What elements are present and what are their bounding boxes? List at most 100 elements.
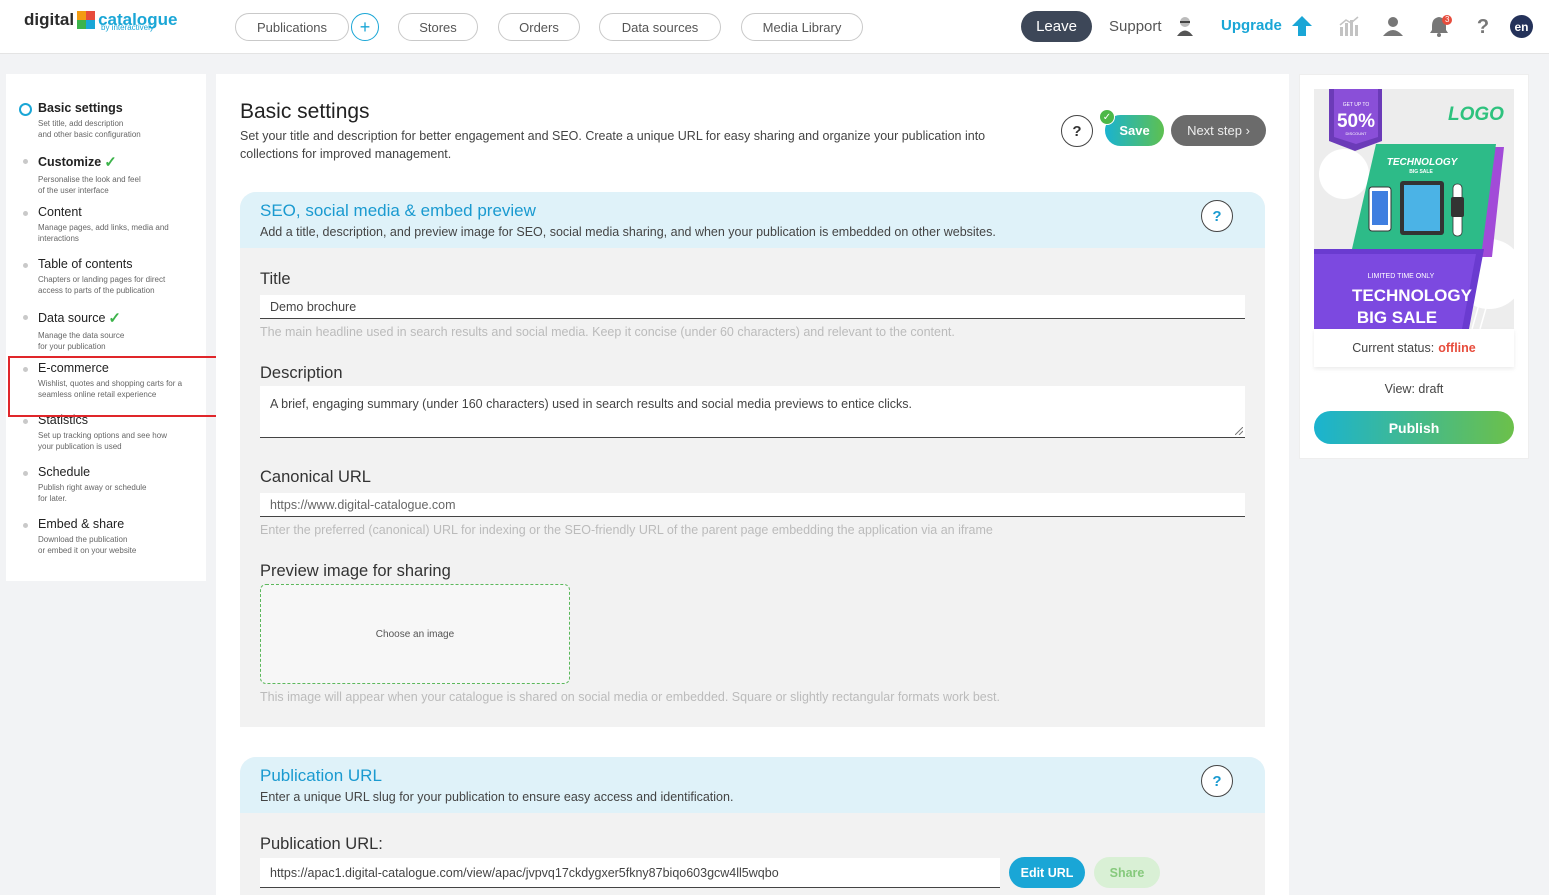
step-desc: Set up tracking options and see how your … [38,431,167,451]
step-desc: Chapters or landing pages for direct acce… [38,275,166,295]
step-dot [23,419,28,424]
upgrade-link[interactable]: Upgrade [1221,17,1282,34]
saved-check-icon: ✓ [1099,109,1115,125]
description-placeholder: A brief, engaging summary (under 160 cha… [270,397,912,411]
status-value: offline [1438,341,1476,355]
canonical-url-input[interactable]: https://www.digital-catalogue.com [260,493,1245,517]
edit-url-button[interactable]: Edit URL [1009,857,1085,888]
step-title: Data source [38,311,106,325]
thumbnail-art: GET UP TO 50% DISCOUNT LOGO TECHNOLOGY B… [1314,89,1514,329]
description-label: Description [260,364,343,382]
step-table-of-contents[interactable]: Table of contents Chapters or landing pa… [38,257,208,296]
share-button[interactable]: Share [1094,857,1160,888]
seo-help-button[interactable]: ? [1201,200,1233,232]
title-hint: The main headline used in search results… [260,325,955,339]
e-commerce-highlight-box [8,356,222,417]
status-label: Current status: [1352,341,1435,355]
top-bar: digital catalogue by interactively Publi… [0,0,1549,54]
user-icon[interactable] [1382,15,1404,37]
nav-orders[interactable]: Orders [498,13,580,41]
choose-image-text: Choose an image [375,628,455,640]
seo-section-header: SEO, social media & embed preview Add a … [240,192,1265,248]
canonical-url-label: Canonical URL [260,468,371,486]
step-title: Content [38,205,82,219]
step-content[interactable]: Content Manage pages, add links, media a… [38,205,208,244]
step-basic-settings[interactable]: Basic settings Set title, add descriptio… [38,101,208,140]
check-icon: ✓ [108,310,121,327]
big-sale-text: BIG SALE [1357,308,1437,327]
step-embed-share[interactable]: Embed & share Download the publication or… [38,517,208,556]
step-title: Embed & share [38,517,125,531]
step-dot [23,159,28,164]
title-label: Title [260,270,291,288]
section-description: Add a title, description, and preview im… [260,225,996,239]
card-sub-text: BIG SALE [1409,169,1433,175]
image-drop-zone[interactable]: Choose an image [260,584,570,684]
step-dot [23,263,28,268]
nav-media-library[interactable]: Media Library [741,13,863,41]
step-dot [23,211,28,216]
step-dot [23,523,28,528]
statistics-icon[interactable] [1338,15,1360,37]
upgrade-arrow-icon[interactable] [1291,15,1313,37]
publication-url-header: Publication URL Enter a unique URL slug … [240,757,1265,813]
step-desc: Personalise the look and feel of the user… [38,175,141,195]
preview-logo-text: LOGO [1448,104,1504,125]
page-title: Basic settings [240,100,370,123]
big-title-text: TECHNOLOGY [1352,286,1473,305]
active-step-indicator [19,103,32,116]
nav-stores[interactable]: Stores [398,13,478,41]
step-title: Basic settings [38,101,123,115]
step-schedule[interactable]: Schedule Publish right away or schedule f… [38,465,208,504]
next-step-button[interactable]: Next step › [1171,115,1266,146]
canonical-url-hint: Enter the preferred (canonical) URL for … [260,523,993,537]
step-desc: Manage the data source for your publicati… [38,331,125,351]
step-statistics[interactable]: Statistics Set up tracking options and s… [38,413,208,452]
brand-name-left: digital [24,10,75,29]
title-input[interactable]: Demo brochure [260,295,1245,319]
section-title: Publication URL [260,766,382,785]
nav-data-sources[interactable]: Data sources [599,13,721,41]
step-dot [23,315,28,320]
publication-url-input[interactable]: https://apac1.digital-catalogue.com/view… [260,858,1000,888]
steps-sidebar: Basic settings Set title, add descriptio… [6,74,206,581]
badge-percent-text: 50% [1337,111,1375,132]
seo-section: SEO, social media & embed preview Add a … [240,192,1265,727]
preview-image-hint: This image will appear when your catalog… [260,690,1000,704]
step-title: Customize [38,155,102,169]
notification-badge: 3 [1442,15,1453,25]
brand-tagline: by interactively [101,23,154,32]
step-title: Table of contents [38,257,133,271]
step-desc: Manage pages, add links, media and intera… [38,223,169,243]
section-description: Enter a unique URL slug for your publica… [260,790,734,804]
support-link[interactable]: Support [1109,18,1162,35]
status-card: Current status: offline [1314,329,1514,367]
publication-url-help-button[interactable]: ? [1201,765,1233,797]
step-desc: Download the publication or embed it on y… [38,535,137,555]
add-publication-button[interactable]: + [351,13,379,41]
step-dot [23,471,28,476]
step-desc: Publish right away or schedule for later. [38,483,147,503]
svg-text:?: ? [1477,16,1489,37]
language-switcher[interactable]: en [1510,15,1533,38]
section-title: SEO, social media & embed preview [260,201,536,220]
resize-handle-icon[interactable] [1235,427,1243,435]
page-description: Set your title and description for bette… [240,129,986,161]
view-draft-text: View: draft [1384,382,1444,396]
step-desc: Set title, add description and other basi… [38,119,141,139]
description-textarea[interactable]: A brief, engaging summary (under 160 cha… [260,386,1245,438]
logo-mark-icon [77,11,96,29]
help-icon[interactable]: ? [1474,15,1492,37]
step-customize[interactable]: Customize ✓ Personalise the look and feel… [38,153,208,196]
publish-button[interactable]: Publish [1314,411,1514,444]
leave-button[interactable]: Leave [1021,11,1092,42]
step-data-source[interactable]: Data source ✓ Manage the data source for y… [38,309,208,352]
step-title: Schedule [38,465,91,479]
limited-time-text: LIMITED TIME ONLY [1368,273,1435,280]
page-help-button[interactable]: ? [1061,115,1093,147]
check-icon: ✓ [104,154,117,171]
nav-publications[interactable]: Publications [235,13,349,41]
support-avatar-icon[interactable] [1176,16,1194,36]
publication-thumbnail[interactable]: GET UP TO 50% DISCOUNT LOGO TECHNOLOGY B… [1314,89,1514,329]
preview-image-label: Preview image for sharing [260,562,451,580]
